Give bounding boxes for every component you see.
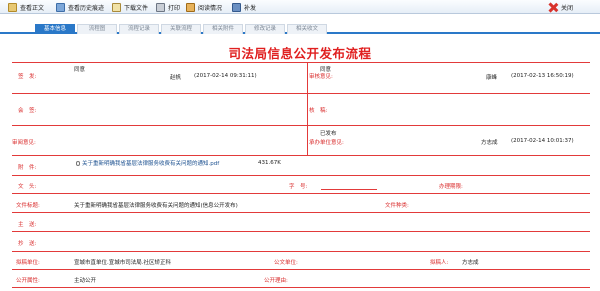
row-divider [12, 93, 590, 94]
deadline-label: 办理期限: [439, 184, 463, 190]
approval-label: 审阅意见: [12, 140, 36, 146]
download-button[interactable]: 下载文件 [112, 1, 148, 13]
proofread-label: 核 稿: [309, 108, 328, 114]
doc-head-label: 文 头: [18, 184, 37, 190]
row-divider [12, 155, 590, 156]
row-divider [12, 175, 590, 176]
public-attr-label: 公开属性: [16, 278, 40, 284]
view-text-button[interactable]: 查看正文 [8, 1, 44, 13]
tab-related-attachments[interactable]: 相关附件 [203, 24, 243, 34]
doc-no-field[interactable] [321, 189, 377, 190]
doc-type-label: 文件种类: [385, 203, 409, 209]
countersign-label: 会 签: [18, 108, 37, 114]
doc-no-label: 字 号: [289, 184, 308, 190]
drafter-value: 方志成 [462, 260, 479, 266]
sign-person: 赵帆 [170, 75, 182, 81]
tab-bar: 基本信息 流程图 流程记录 关联流程 相关附件 修改记录 相关收文 [0, 20, 600, 34]
paperclip-icon [76, 161, 80, 166]
row-divider [12, 251, 590, 252]
review-time: (2017-02-13 16:50:19) [511, 73, 574, 79]
attachment-size: 431.67K [258, 160, 281, 166]
cc-label: 抄 送: [18, 241, 37, 247]
review-opinion: 同意 [320, 67, 332, 73]
view-history-button[interactable]: 查看历史痕迹 [56, 1, 104, 13]
dept-label: 承办单位意见: [309, 140, 344, 146]
seal-unit-label: 公文单位: [274, 260, 298, 266]
close-icon [549, 3, 558, 12]
supplement-button[interactable]: 补发 [232, 1, 256, 13]
review-label: 审核意见: [309, 74, 333, 80]
close-button[interactable]: 关闭 [549, 1, 573, 13]
print-button[interactable]: 打印 [156, 1, 180, 13]
row-divider [12, 62, 590, 63]
row-divider [12, 231, 590, 232]
page-title: 司法局信息公开发布流程 [228, 46, 372, 61]
sign-label: 签 发: [18, 74, 37, 80]
tab-modify-records[interactable]: 修改记录 [245, 24, 285, 34]
download-icon [112, 2, 121, 12]
dept-person: 方志成 [481, 140, 498, 146]
row-divider [12, 287, 590, 288]
tab-related-flows[interactable]: 关联流程 [161, 24, 201, 34]
row-divider [12, 212, 590, 213]
tab-flowchart[interactable]: 流程图 [77, 24, 117, 34]
drafter-label: 拟稿人: [430, 260, 449, 266]
tab-related-incoming[interactable]: 相关收文 [287, 24, 327, 34]
public-attr-value: 主动公开 [74, 278, 97, 284]
sign-time: (2017-02-14 09:31:11) [194, 73, 257, 79]
flow-form: 签 发: 同意 赵帆 (2017-02-14 09:31:11) 审核意见: 同… [12, 62, 590, 288]
row-divider [12, 193, 590, 194]
printer-icon [156, 2, 165, 12]
toolbar: 查看正文 查看历史痕迹 下载文件 打印 阅读情况 补发 关闭 [0, 0, 600, 14]
sign-opinion: 同意 [74, 67, 86, 73]
attachment-link[interactable]: 关于重新明确我省基层法律服务收费有关问题的通知.pdf [76, 159, 219, 167]
drafting-unit-label: 拟稿单位: [16, 260, 40, 266]
history-icon [56, 2, 65, 12]
document-icon [8, 2, 17, 12]
dept-opinion: 已发布 [320, 131, 337, 137]
tab-basic-info[interactable]: 基本信息 [35, 24, 75, 34]
dept-time: (2017-02-14 10:01:37) [511, 138, 574, 144]
read-status-button[interactable]: 阅读情况 [186, 1, 222, 13]
public-reason-label: 公开理由: [264, 278, 288, 284]
folder-icon [186, 2, 195, 12]
column-divider [307, 62, 308, 155]
drafting-unit-value: 宣城市直单位.宣城市司法局.社区矫正科 [74, 260, 171, 266]
review-person: 康峰 [486, 75, 498, 81]
doc-title-value: 关于重新明确我省基层法律服务收费有关问题的通知(信息公开发布) [74, 203, 238, 209]
main-send-label: 主 送: [18, 222, 37, 228]
tab-flow-records[interactable]: 流程记录 [119, 24, 159, 34]
attachment-label: 附 件: [18, 165, 37, 171]
row-divider [12, 125, 590, 126]
user-icon [232, 2, 241, 12]
doc-title-label: 文件标题: [16, 203, 40, 209]
row-divider [12, 269, 590, 270]
